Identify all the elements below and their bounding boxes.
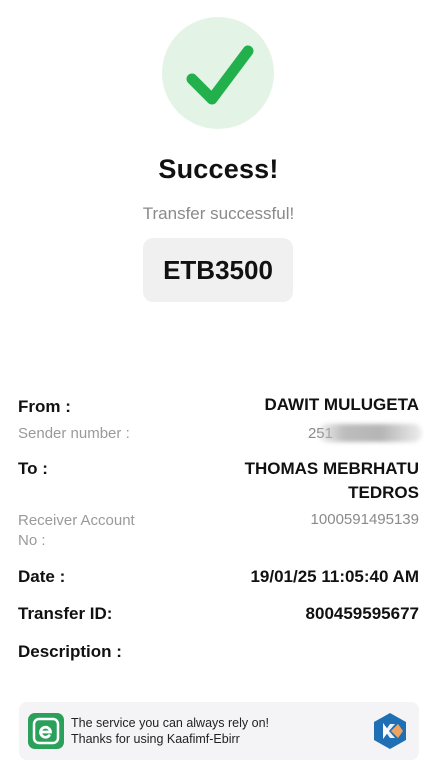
check-icon: [186, 45, 254, 105]
description-label: Description :: [18, 642, 122, 661]
to-row: To : THOMAS MEBRHATU TEDROS: [18, 457, 419, 507]
to-label: To :: [18, 459, 48, 478]
receiver-row: Receiver Account No : 1000591495139: [18, 511, 419, 553]
footer-line2: Thanks for using Kaafimf-Ebirr: [71, 732, 240, 746]
from-row: From : DAWIT MULUGETA: [18, 393, 419, 419]
receiver-label-line1: Receiver Account: [18, 512, 135, 529]
amount-card: ETB3500: [143, 238, 293, 302]
redacted-mask: [318, 424, 422, 442]
kaafi-logo-icon: [371, 711, 409, 751]
from-label: From :: [18, 397, 71, 416]
ebirr-logo-icon: [28, 713, 64, 749]
success-badge: [162, 17, 274, 129]
receiver-value: 1000591495139: [310, 511, 419, 528]
transfer-id-value: 800459595677: [305, 604, 419, 623]
date-label: Date :: [18, 567, 66, 586]
transfer-id-label: Transfer ID:: [18, 604, 113, 623]
footer-line1: The service you can always rely on!: [71, 716, 270, 730]
footer-banner: The service you can always rely on! Than…: [19, 702, 419, 760]
sender-label: Sender number :: [18, 425, 130, 442]
receiver-label-line2: No :: [18, 532, 46, 549]
date-value: 19/01/25 11:05:40 AM: [250, 567, 419, 586]
page-title: Success!: [158, 154, 279, 184]
footer-message: The service you can always rely on! Than…: [71, 715, 269, 747]
transfer-amount: ETB3500: [163, 254, 273, 285]
status-subtitle: Transfer successful!: [142, 204, 295, 223]
to-value-line2: TEDROS: [348, 483, 419, 502]
description-row: Description :: [18, 640, 419, 666]
to-value-line1: THOMAS MEBRHATU: [244, 459, 419, 478]
from-value: DAWIT MULUGETA: [264, 395, 419, 414]
transfer-id-row: Transfer ID: 800459595677: [18, 602, 419, 628]
date-row: Date : 19/01/25 11:05:40 AM: [18, 565, 419, 591]
